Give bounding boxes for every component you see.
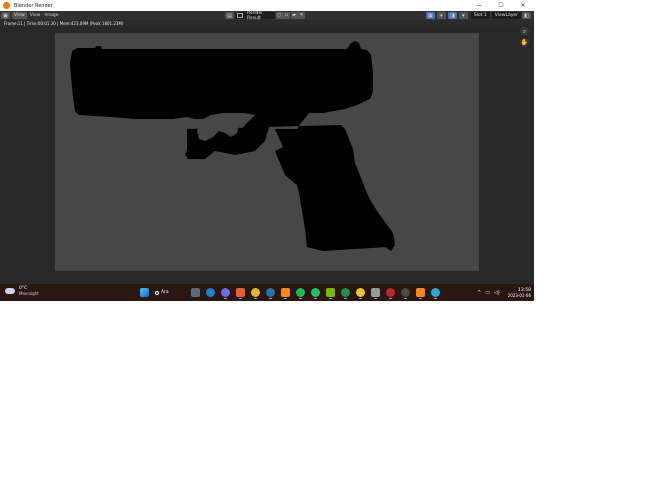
- weather-condition: Moonlight: [19, 291, 39, 296]
- image-viewport[interactable]: ⌕ ✋: [0, 27, 534, 284]
- pan-hand-icon[interactable]: ✋: [520, 38, 529, 47]
- search-label: Ara: [161, 290, 169, 295]
- view-layer-dropdown[interactable]: ViewLayer: [491, 12, 521, 19]
- view-mode-dropdown[interactable]: View: [12, 12, 27, 19]
- channels-dropdown-icon[interactable]: ▾: [458, 12, 468, 19]
- edge-app-icon[interactable]: [206, 288, 215, 297]
- minimize-button[interactable]: —: [468, 0, 490, 11]
- image-editor-header: ▣ View View Image ▤ Render Result ◻ ▫ ▰ …: [0, 10, 534, 21]
- pistol-grip: [187, 127, 395, 251]
- image-icon: [237, 13, 243, 18]
- header-right-tools: ▦ ▾ ◨ ▾ Slot 1 ViewLayer ◧: [425, 12, 532, 19]
- pass-icon[interactable]: ◧: [522, 12, 531, 19]
- steam-app-icon[interactable]: [266, 288, 275, 299]
- window-titlebar: Blender Render — ☐ ✕: [0, 0, 534, 11]
- task-view-app-icon[interactable]: [191, 288, 200, 297]
- render-result-image: [55, 33, 479, 271]
- chevron-up-icon[interactable]: ^: [477, 290, 481, 296]
- screen: Blender Render — ☐ ✕ ▣ View View Image ▤…: [0, 0, 534, 301]
- start-button-icon[interactable]: [140, 288, 149, 297]
- render-status: Frame:11 | Time:00:01.30 | Mem:423.09M (…: [0, 20, 534, 27]
- clock[interactable]: 13:58 2023-01-06: [508, 288, 531, 298]
- fake-user-icon[interactable]: ◻: [275, 12, 283, 19]
- editor-type-icon[interactable]: ▣: [1, 12, 10, 19]
- display-dropdown-icon[interactable]: ▾: [436, 12, 446, 19]
- network-icon[interactable]: ▭: [485, 290, 490, 296]
- blender-logo-icon: [3, 2, 10, 9]
- photos-app-icon[interactable]: [371, 288, 380, 299]
- navigation-gizmos: ⌕ ✋: [520, 27, 532, 49]
- display-channels-icon[interactable]: ▦: [425, 12, 435, 19]
- whatsapp-app-icon[interactable]: [311, 288, 320, 299]
- slot-dropdown[interactable]: Slot 1: [470, 12, 490, 19]
- taskbar-search[interactable]: Ara: [155, 288, 185, 297]
- close-button[interactable]: ✕: [512, 0, 534, 11]
- image-name: Render Result: [247, 10, 264, 21]
- zoom-icon[interactable]: ⌕: [520, 27, 529, 36]
- sample-tool-icon[interactable]: ◨: [447, 12, 457, 19]
- image-browse-icon[interactable]: ▤: [225, 12, 234, 19]
- excel-app-icon[interactable]: [341, 288, 350, 299]
- cloud-moon-icon: [5, 288, 15, 294]
- open-folder-icon[interactable]: ▰: [290, 12, 298, 19]
- clock-date: 2023-01-06: [507, 292, 531, 298]
- taskbar-apps: Ara: [137, 287, 443, 299]
- nvidia-app-icon[interactable]: [326, 288, 335, 299]
- image-name-field[interactable]: Render Result: [235, 10, 275, 21]
- maximize-button[interactable]: ☐: [490, 0, 512, 11]
- terminal-app-icon[interactable]: [401, 288, 410, 299]
- menu-view[interactable]: View: [28, 12, 43, 19]
- window-title: Blender Render: [14, 2, 53, 9]
- volume-icon[interactable]: ◁): [494, 290, 500, 296]
- window-controls: — ☐ ✕: [468, 0, 534, 11]
- system-tray: ^ ▭ ◁) 13:58 2023-01-06: [475, 286, 531, 299]
- firefox-app-icon[interactable]: [236, 288, 245, 299]
- blender-app-icon[interactable]: [416, 288, 425, 299]
- unlink-icon[interactable]: ✕: [298, 12, 305, 19]
- new-image-icon[interactable]: ▫: [283, 12, 290, 19]
- file-explorer-app-icon[interactable]: [356, 288, 365, 299]
- chrome-app-icon[interactable]: [251, 288, 260, 299]
- browser-app-icon[interactable]: [431, 288, 440, 299]
- weather-widget[interactable]: 0°C Moonlight: [5, 286, 39, 296]
- winrar-app-icon[interactable]: [386, 288, 395, 299]
- vlc-app-icon[interactable]: [281, 288, 290, 299]
- pistol-silhouette: [70, 41, 395, 251]
- discord-app-icon[interactable]: [221, 288, 230, 299]
- spotify-app-icon[interactable]: [296, 288, 305, 299]
- windows-taskbar: 0°C Moonlight Ara ^ ▭ ◁) 13:58 2023-01-0…: [0, 284, 534, 301]
- menu-image[interactable]: Image: [42, 12, 60, 19]
- search-icon: [155, 290, 159, 295]
- image-selector: ▤ Render Result ◻ ▫ ▰ ✕: [224, 10, 305, 21]
